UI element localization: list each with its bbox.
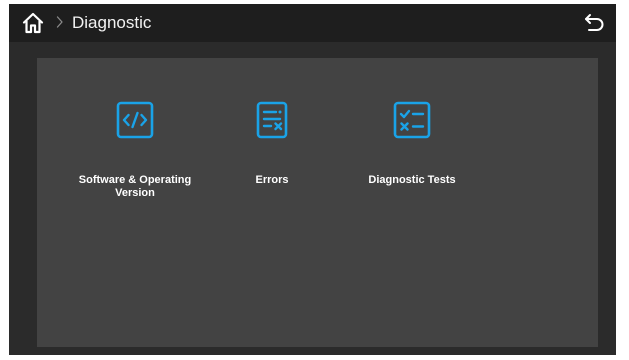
diagnostic-tests-tile[interactable]: Diagnostic Tests	[342, 58, 482, 208]
code-icon	[116, 101, 154, 139]
tile-label: Software & Operating Version	[78, 174, 192, 199]
errors-tile[interactable]: Errors	[202, 58, 342, 208]
tile-label: Errors	[255, 174, 289, 186]
home-icon[interactable]	[21, 11, 45, 35]
page-title: Diagnostic	[72, 13, 152, 32]
checklist-icon	[393, 101, 431, 139]
back-icon[interactable]	[583, 12, 605, 34]
chevron-right-icon	[56, 16, 63, 28]
tile-label: Diagnostic Tests	[368, 174, 456, 186]
error-list-icon	[256, 101, 288, 139]
software-version-tile[interactable]: Software & Operating Version	[65, 58, 205, 208]
diagnostic-screen: Diagnostic Software & Operating Version	[9, 4, 616, 355]
header-bar: Diagnostic	[9, 4, 616, 42]
menu-panel: Software & Operating Version Errors Diag…	[37, 58, 598, 347]
